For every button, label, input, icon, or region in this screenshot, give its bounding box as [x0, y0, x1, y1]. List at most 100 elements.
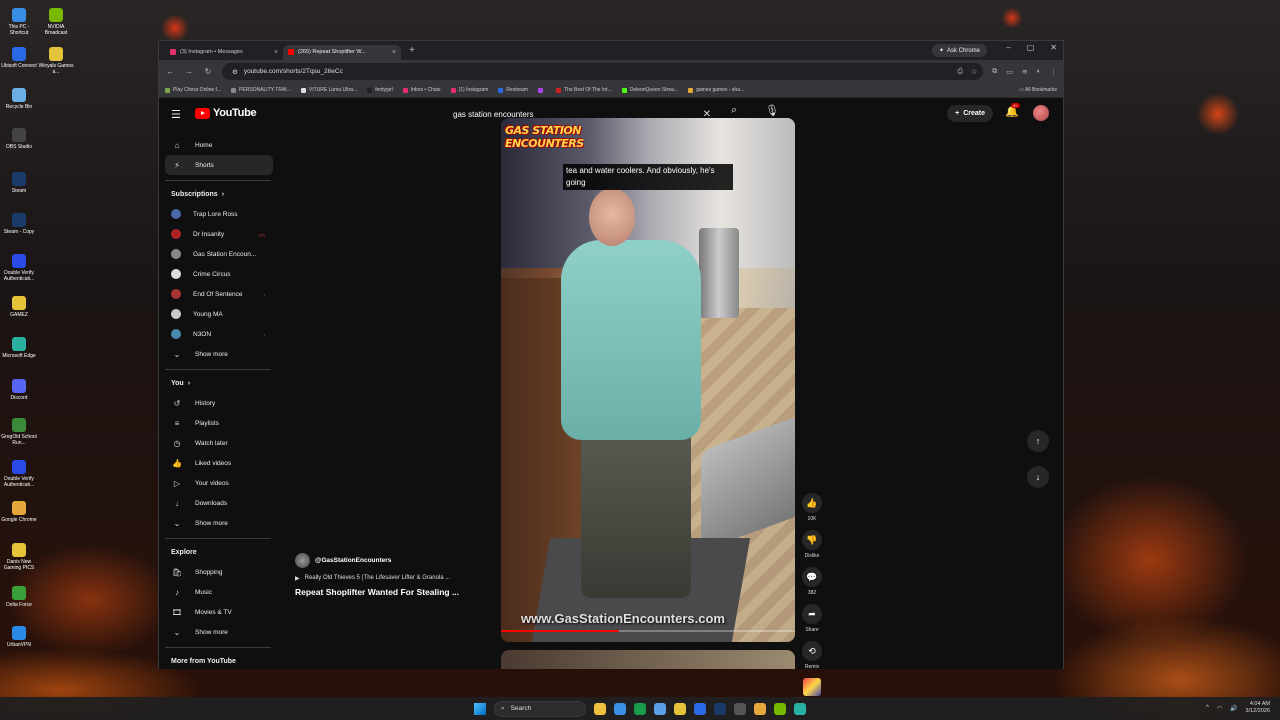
sidebar-item[interactable]: ⌄ Show more [165, 344, 273, 364]
short-title[interactable]: Repeat Shoplifter Wanted For Stealing ..… [295, 587, 495, 597]
site-info-icon[interactable]: ⚙ [232, 68, 238, 76]
new-tab-icon[interactable]: + [409, 45, 415, 56]
desktop-icon[interactable]: GAMEZ [0, 296, 38, 318]
desktop-icon[interactable]: OBS Studio [0, 128, 38, 150]
reload-icon[interactable]: ↻ [203, 67, 213, 76]
like-button[interactable]: 👍 10K [801, 493, 823, 522]
dislike-button[interactable]: 👎 Dislike [801, 530, 823, 559]
extensions-icon[interactable]: ⧉ [992, 68, 997, 76]
taskbar-app-icon[interactable] [694, 702, 706, 715]
next-short-preview[interactable] [501, 650, 795, 669]
desktop-icon[interactable]: Recycle Bin [0, 88, 38, 110]
remix-button[interactable]: ⟲ Remix [801, 641, 823, 670]
tab-close-icon[interactable]: × [274, 49, 278, 56]
taskbar-app-icon[interactable] [714, 702, 726, 715]
channel-row[interactable]: @GasStationEncounters [295, 553, 495, 568]
desktop-icon[interactable]: This PC - Shortcut [0, 8, 38, 36]
wifi-icon[interactable]: ◠ [1217, 705, 1222, 712]
bookmark-item[interactable]: DeleonQueen Strea... [621, 87, 678, 93]
sidebar-item-subscription[interactable]: Dr Insanity ((•)) [165, 224, 273, 244]
chevron-up-icon[interactable]: ^ [1206, 705, 1209, 711]
bookmark-item[interactable]: fentygirl [367, 87, 393, 93]
channel-remix-thumb[interactable] [801, 678, 823, 696]
share-button[interactable]: ➦ Share [801, 604, 823, 633]
sidebar-item[interactable]: 🛍 Shopping [165, 562, 273, 582]
bookmark-item[interactable]: Restream [498, 87, 528, 93]
create-button[interactable]: + Create [947, 105, 993, 122]
sidebar-item[interactable]: ↓ Downloads [165, 493, 273, 513]
song-row[interactable]: ▶ Really Old Thieves 5 (The Lifesaver Li… [295, 575, 495, 582]
maximize-icon[interactable]: ▢ [1027, 43, 1035, 52]
desktop-icon[interactable]: Google Chrome [0, 501, 38, 523]
shorts-video-player[interactable]: GAS STATION ENCOUNTERS tea and water coo… [501, 118, 795, 642]
hamburger-menu-icon[interactable]: ☰ [171, 108, 181, 121]
sidebar-item[interactable]: ♪ Music [165, 582, 273, 602]
previous-short-arrow-up-icon[interactable]: ↑ [1027, 430, 1049, 452]
subscriptions-header[interactable]: Subscriptions › [165, 184, 273, 204]
sidebar-item-subscription[interactable]: Gas Station Encoun... [165, 244, 273, 264]
search-icon[interactable]: ⌕ [731, 104, 737, 117]
taskbar-app-icon[interactable] [754, 702, 766, 715]
bookmark-item[interactable]: Play Chess Online f... [165, 87, 221, 93]
taskbar-app-icon[interactable] [774, 702, 786, 715]
profile-icon[interactable]: ◐ [1037, 68, 1041, 76]
sidebar-item[interactable]: ≡ Playlists [165, 413, 273, 433]
bookmark-item[interactable]: VITURE Luma Ultra... [300, 87, 357, 93]
bookmark-item[interactable]: Inbox • Chats [402, 87, 441, 93]
taskbar-search[interactable]: ⌕ Search [494, 700, 586, 717]
sidebar-item[interactable]: ↺ History [165, 393, 273, 413]
sidebar-item[interactable]: ⌄ Show more [165, 622, 273, 642]
tab-close-icon[interactable]: × [392, 49, 396, 56]
bookmark-item[interactable]: games games - sha... [688, 87, 744, 93]
desktop-icon[interactable]: Steam - Copy [0, 213, 38, 235]
next-short-arrow-down-icon[interactable]: ↓ [1027, 466, 1049, 488]
desktop-icon[interactable]: GregOld School Run... [0, 418, 38, 446]
taskbar-app-icon[interactable] [634, 702, 646, 715]
comments-button[interactable]: 💬 382 [801, 567, 823, 596]
bookmark-item[interactable]: The Best Of The Int... [555, 87, 612, 93]
tab-youtube[interactable]: (265) Repeat Shoplifter W... × [283, 44, 401, 60]
close-icon[interactable]: ✕ [1050, 43, 1057, 52]
all-bookmarks[interactable]: ▭ All Bookmarks [1019, 87, 1057, 93]
desktop-icon[interactable]: Delta Force [0, 586, 38, 608]
desktop-icon[interactable]: Double Verify Authenticati... [0, 460, 38, 488]
taskbar-app-icon[interactable] [614, 702, 626, 715]
back-icon[interactable]: ← [165, 67, 175, 76]
ask-chrome-button[interactable]: ✦ Ask Chrome [931, 44, 987, 57]
channel-handle[interactable]: @GasStationEncounters [315, 557, 391, 564]
bookmark-item[interactable]: (1) Instagram [450, 87, 488, 93]
taskbar-app-icon[interactable] [674, 702, 686, 715]
volume-icon[interactable]: 🔊 [1230, 705, 1237, 712]
taskbar-app-icon[interactable] [594, 702, 606, 715]
sidebar-item-subscription[interactable]: End Of Sentence • [165, 284, 273, 304]
clock[interactable]: 4:04 AM 3/12/2026 [1246, 701, 1270, 715]
desktop-icon[interactable]: Ubisoft Connect [0, 47, 38, 69]
desktop-icon[interactable]: UrbanVPN [0, 626, 38, 648]
desktop-icon[interactable]: Winyals Games a... [37, 47, 75, 75]
sidebar-item-subscription[interactable]: Young MA [165, 304, 273, 324]
bookmark-item[interactable] [537, 87, 546, 93]
notifications-bell-icon[interactable]: 🔔 9+ [1005, 103, 1020, 118]
url-field[interactable]: ⚙ youtube.com/shorts/2Tqsu_26eCc ⎙ ☆ [222, 63, 984, 80]
desktop-icon[interactable]: Discord [0, 379, 38, 401]
bookmark-item[interactable]: PERSONALITY TRAI... [231, 87, 291, 93]
taskbar-app-icon[interactable] [654, 702, 666, 715]
microphone-icon[interactable]: 🎙 [765, 104, 779, 117]
bookmark-star-icon[interactable]: ☆ [971, 68, 977, 76]
channel-avatar[interactable] [295, 553, 310, 568]
avatar[interactable] [1033, 105, 1049, 121]
desktop-icon[interactable]: Steam [0, 172, 38, 194]
sidebar-item[interactable]: ▷ Your videos [165, 473, 273, 493]
sidebar-item[interactable]: ⌄ Show more [165, 513, 273, 533]
video-progress-bar[interactable] [501, 630, 795, 632]
taskbar-app-icon[interactable] [734, 702, 746, 715]
sidebar-item[interactable]: ⚡ Shorts [165, 155, 273, 175]
media-icon[interactable]: ≋ [1022, 68, 1028, 76]
minimize-icon[interactable]: – [1006, 43, 1010, 52]
tab-instagram[interactable]: (3) Instagram • Messages × [165, 45, 283, 60]
menu-icon[interactable]: ⋮ [1050, 68, 1057, 76]
you-header[interactable]: You › [165, 373, 273, 393]
sidebar-item-subscription[interactable]: Crime Circus [165, 264, 273, 284]
sidebar-item[interactable]: ⌂ Home [165, 135, 273, 155]
taskbar-app-icon[interactable] [794, 702, 806, 715]
